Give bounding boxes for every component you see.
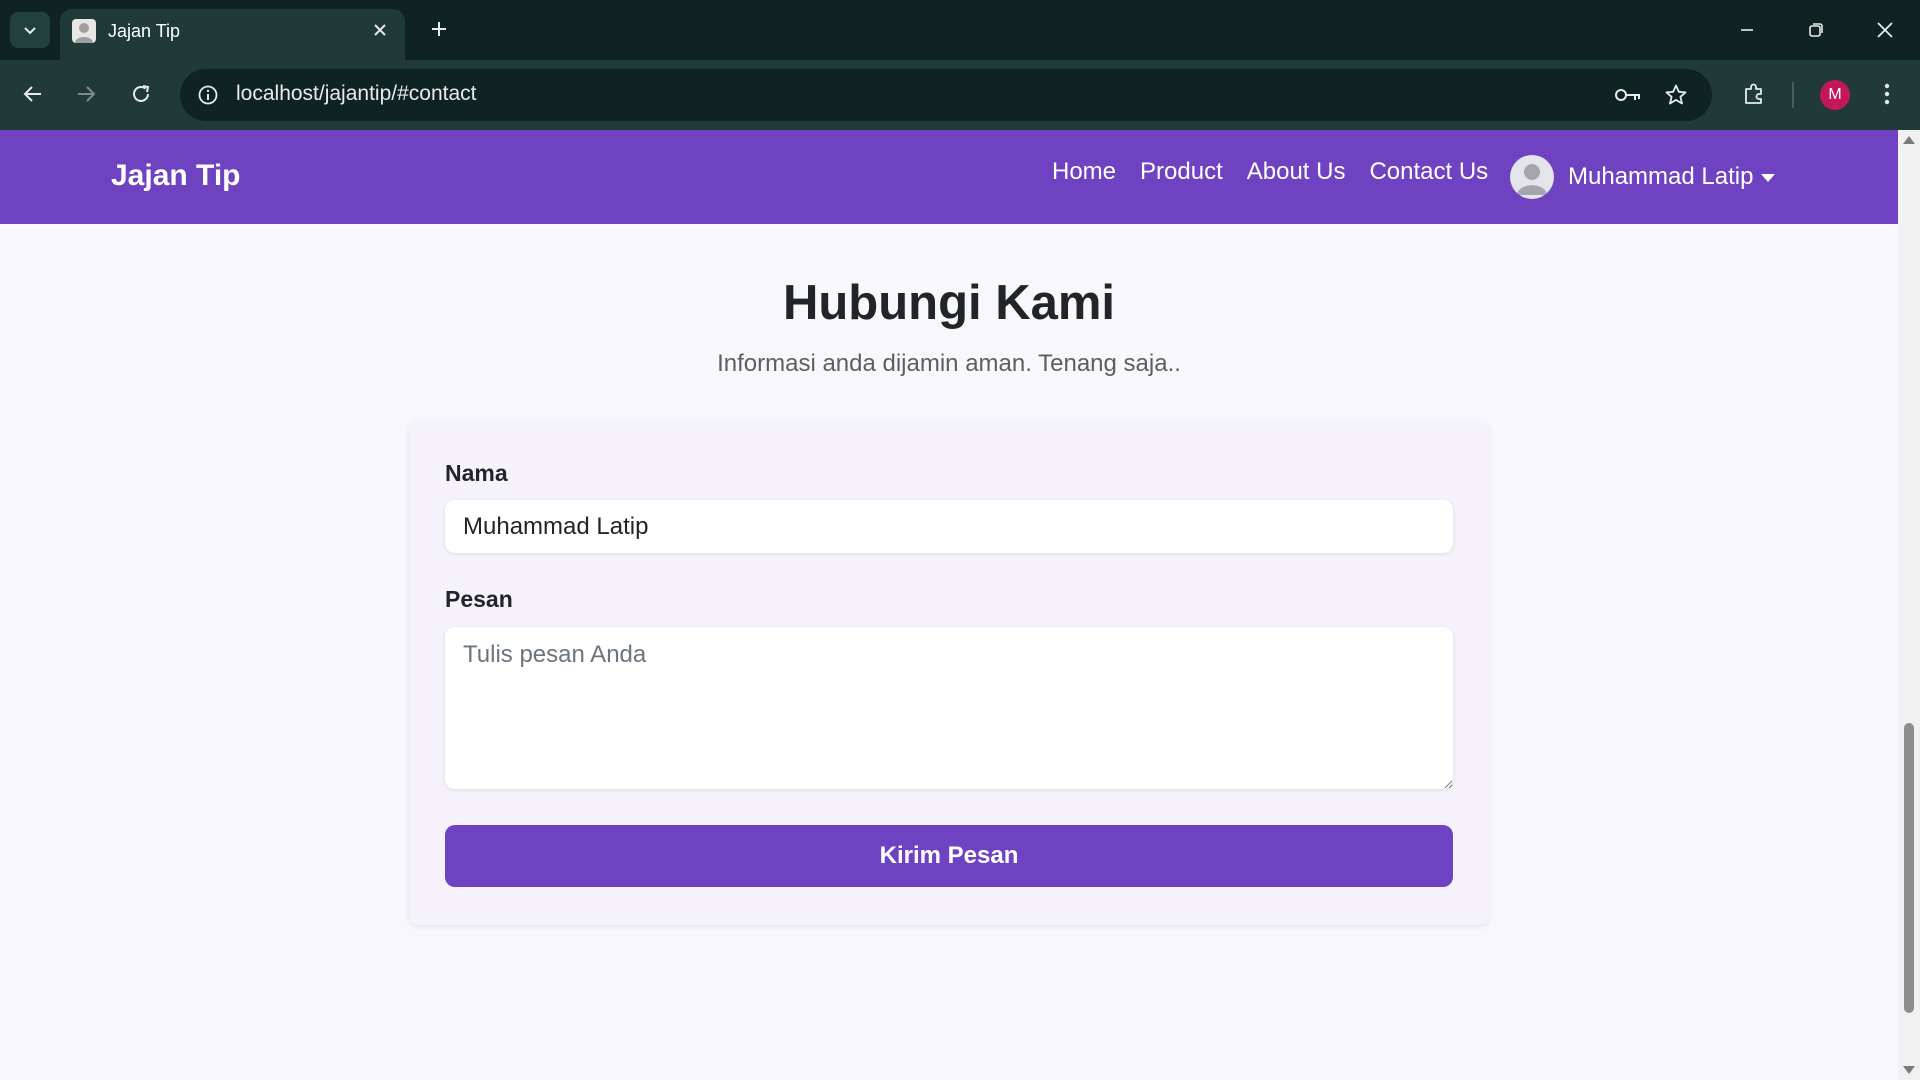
window-restore-button[interactable] xyxy=(1789,8,1843,52)
restore-icon xyxy=(1809,23,1823,37)
contact-form: Nama Pesan Kirim Pesan xyxy=(409,420,1489,925)
arrow-right-icon xyxy=(78,86,96,102)
back-button[interactable] xyxy=(13,74,53,114)
name-label: Nama xyxy=(445,460,508,486)
browser-tab-bar: Jajan Tip xyxy=(0,0,1920,60)
new-tab-button[interactable] xyxy=(424,14,454,44)
message-field[interactable] xyxy=(445,627,1453,789)
site-navbar: Jajan Tip Home Product About Us Contact … xyxy=(0,130,1898,224)
page-title: Hubungi Kami xyxy=(782,276,1116,330)
tab-close-button[interactable] xyxy=(367,17,393,43)
minimize-icon xyxy=(1741,29,1753,31)
message-label: Pesan xyxy=(445,586,513,612)
kebab-menu-icon xyxy=(1884,83,1890,105)
page-scrollbar[interactable] xyxy=(1898,130,1920,1080)
chevron-down-icon xyxy=(24,27,36,35)
scroll-up-arrow-icon[interactable] xyxy=(1903,136,1915,144)
browser-toolbar: localhost/jajantip/#contact M xyxy=(0,60,1920,130)
window-minimize-button[interactable] xyxy=(1720,8,1774,52)
page-viewport: Jajan Tip Home Product About Us Contact … xyxy=(0,130,1920,1080)
user-avatar xyxy=(1510,155,1554,199)
tab-search-button[interactable] xyxy=(10,12,50,48)
user-avatar-icon xyxy=(1517,164,1547,195)
scrollbar-thumb[interactable] xyxy=(1904,723,1914,1013)
nav-link-home[interactable]: Home xyxy=(1052,158,1116,186)
reload-icon xyxy=(133,85,150,102)
bookmark-button[interactable] xyxy=(1660,79,1692,111)
extensions-button[interactable] xyxy=(1734,74,1774,114)
name-field[interactable] xyxy=(445,500,1453,553)
scroll-down-arrow-icon[interactable] xyxy=(1903,1066,1915,1074)
reload-button[interactable] xyxy=(121,74,161,114)
arrow-left-icon xyxy=(23,86,41,102)
site-info-button[interactable] xyxy=(194,81,222,109)
caret-down-icon xyxy=(1761,174,1776,182)
nav-link-about-us[interactable]: About Us xyxy=(1247,158,1346,186)
user-name: Muhammad Latip xyxy=(1568,163,1754,190)
nav-link-product[interactable]: Product xyxy=(1140,158,1223,186)
browser-menu-button[interactable] xyxy=(1867,74,1907,114)
close-icon xyxy=(374,24,386,36)
send-message-button[interactable]: Kirim Pesan xyxy=(445,825,1453,887)
tab-title: Jajan Tip xyxy=(108,21,181,41)
page-subtitle: Informasi anda dijamin aman. Tenang saja… xyxy=(717,350,1181,377)
nav-links: Home Product About Us Contact Us xyxy=(1052,158,1488,186)
profile-avatar-button[interactable]: M xyxy=(1820,80,1850,110)
plus-icon xyxy=(432,22,446,36)
toolbar-separator xyxy=(1792,82,1794,108)
user-menu-dropdown[interactable]: Muhammad Latip xyxy=(1510,155,1776,199)
close-icon xyxy=(1877,22,1893,38)
nav-link-contact-us[interactable]: Contact Us xyxy=(1369,158,1488,186)
info-icon xyxy=(198,85,218,105)
key-icon xyxy=(1615,89,1640,101)
window-close-button[interactable] xyxy=(1858,8,1912,52)
browser-tab-active[interactable]: Jajan Tip xyxy=(60,9,405,60)
star-icon xyxy=(1665,84,1687,105)
url-text: localhost/jajantip/#contact xyxy=(236,82,477,105)
site-brand[interactable]: Jajan Tip xyxy=(111,159,241,193)
password-manager-button[interactable] xyxy=(1612,79,1644,111)
puzzle-icon xyxy=(1745,83,1762,104)
forward-button[interactable] xyxy=(66,74,106,114)
address-bar[interactable]: localhost/jajantip/#contact xyxy=(180,69,1712,121)
tab-favicon-icon xyxy=(72,19,96,43)
